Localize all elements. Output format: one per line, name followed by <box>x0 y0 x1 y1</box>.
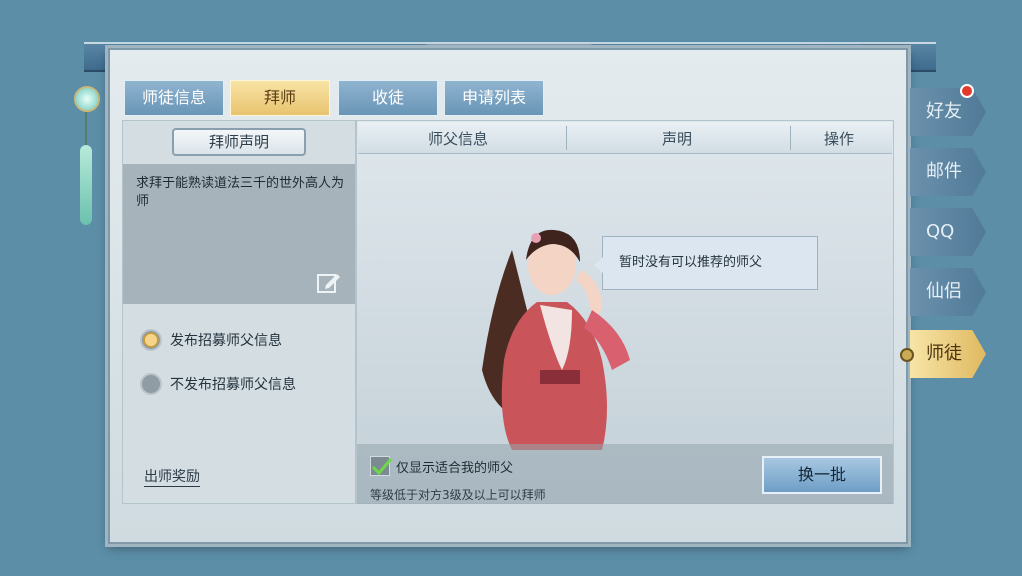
level-hint-text: 等级低于对方3级及以上可以拜师 <box>370 488 546 502</box>
column-divider <box>790 126 791 150</box>
declaration-header: 拜师声明 <box>172 128 306 156</box>
radio-unselected-icon[interactable] <box>140 373 162 395</box>
side-tab-mail[interactable]: 邮件 <box>910 148 986 196</box>
notification-dot-icon <box>960 84 974 98</box>
side-tab-friends[interactable]: 好友 <box>910 88 986 136</box>
radio-selected-icon[interactable] <box>140 329 162 351</box>
checkmark-icon <box>371 458 393 476</box>
option-publish-recruit[interactable]: 发布招募师父信息 <box>140 328 282 352</box>
option-label: 不发布招募师父信息 <box>170 377 296 393</box>
refresh-button[interactable]: 换一批 <box>762 456 882 494</box>
column-declaration: 声明 <box>662 130 693 148</box>
jade-ornament-icon <box>74 86 100 112</box>
side-tab-master-apprentice[interactable]: 师徒 <box>910 330 986 378</box>
column-divider <box>566 126 567 150</box>
column-master-info: 师父信息 <box>428 130 489 148</box>
graduation-reward-link[interactable]: 出师奖励 <box>144 468 200 487</box>
option-no-publish-recruit[interactable]: 不发布招募师父信息 <box>140 372 296 396</box>
option-label: 发布招募师父信息 <box>170 333 282 349</box>
side-tab-partner[interactable]: 仙侣 <box>910 268 986 316</box>
column-action: 操作 <box>824 130 855 148</box>
filter-checkbox[interactable] <box>370 456 393 476</box>
filter-checkbox-label: 仅显示适合我的师父 <box>396 461 514 476</box>
tab-take-apprentice[interactable]: 收徒 <box>338 80 438 116</box>
edit-icon[interactable] <box>316 270 342 294</box>
tab-master-apprentice-info[interactable]: 师徒信息 <box>124 80 224 116</box>
side-tab-qq[interactable]: QQ <box>910 208 986 256</box>
tab-seek-master[interactable]: 拜师 <box>230 80 330 116</box>
jade-pendant-icon <box>80 145 92 225</box>
tab-application-list[interactable]: 申请列表 <box>444 80 544 116</box>
empty-state-bubble: 暂时没有可以推荐的师父 <box>594 236 818 290</box>
declaration-text: 求拜于能熟读道法三千的世外高人为师 <box>136 176 345 209</box>
ornament-string <box>85 112 87 146</box>
active-tab-knob-icon <box>900 348 914 362</box>
